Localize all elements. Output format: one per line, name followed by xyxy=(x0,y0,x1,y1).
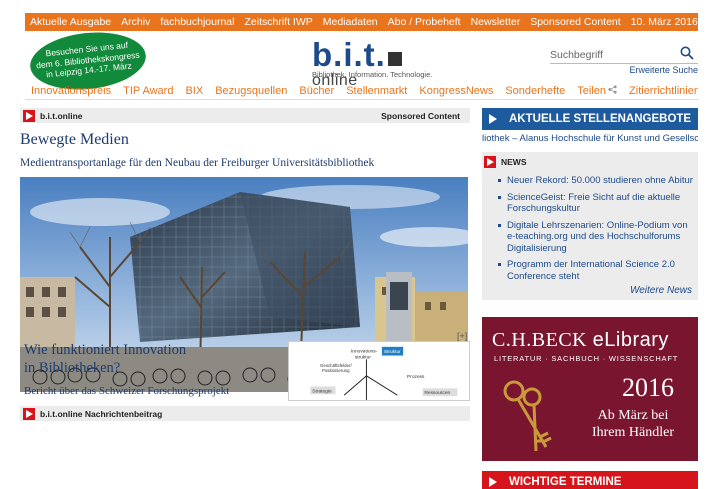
sub-nav-item[interactable]: Innovationspreis xyxy=(25,85,117,97)
article-subtitle[interactable]: Medientransportanlage für den Neubau der… xyxy=(20,157,470,169)
ad-tagline: LITERATUR · SACHBUCH · WISSENSCHAFT xyxy=(494,354,679,363)
ad-availability-line: Ab März bei xyxy=(597,408,669,423)
ad-availability: Ab März bei Ihrem Händler xyxy=(578,407,688,441)
ad-brand-suffix: eLibrary xyxy=(592,329,669,351)
diagram-label-innovation: struktur xyxy=(355,354,371,360)
top-nav-item[interactable]: Mediadaten xyxy=(318,16,383,28)
sub-nav-item[interactable]: KongressNews xyxy=(413,85,499,97)
page: Aktuelle Ausgabe Archiv fachbuchjournal … xyxy=(20,13,698,489)
sub-nav-item[interactable]: Bezugsquellen xyxy=(209,85,293,97)
arrow-right-icon xyxy=(489,114,497,124)
news-item[interactable]: Digitale Lehrszenarien: Online-Podium vo… xyxy=(498,220,694,255)
article-title-line: Wie funktioniert Innovation xyxy=(24,342,187,358)
events-header[interactable]: WICHTIGE TERMINE xyxy=(482,471,698,489)
jobs-header[interactable]: AKTUELLE STELLENANGEBOTE xyxy=(482,108,698,130)
ad-year: 2016 xyxy=(622,373,674,402)
diagram-label-prozess: Prozess xyxy=(407,374,425,380)
top-nav-item[interactable]: Archiv xyxy=(116,16,155,28)
diagram-label-strategie: Strategie xyxy=(312,388,332,394)
section-header: b.i.t.online Sponsored Content xyxy=(20,108,470,123)
diagram-label-innovation: Innovations- xyxy=(351,349,378,355)
search-box xyxy=(550,45,698,64)
top-nav-item[interactable]: Aktuelle Ausgabe xyxy=(25,16,116,28)
diagram-label-struktur: Struktur xyxy=(384,349,401,355)
section-header: b.i.t.online Nachrichtenbeitrag xyxy=(20,406,470,421)
logo-mark: b.i.t. xyxy=(312,36,386,73)
news-header: NEWS xyxy=(484,156,694,168)
logo-tagline: Bibliothek. Information. Technologie. xyxy=(312,70,433,79)
news-box: NEWS Neuer Rekord: 50.000 studieren ohne… xyxy=(482,152,698,300)
sponsored-label: Sponsored Content xyxy=(381,110,460,121)
article-subtitle[interactable]: Bericht über das Schweizer Forschungspro… xyxy=(24,385,229,397)
site-logo[interactable]: b.i.t.online Bibliothek. Information. Te… xyxy=(312,36,442,90)
top-nav-item[interactable]: Newsletter xyxy=(466,16,526,28)
share-icon xyxy=(608,84,617,94)
sub-nav-item[interactable]: BIX xyxy=(179,85,209,97)
top-nav-item[interactable]: fachbuchjournal xyxy=(155,16,239,28)
top-nav: Aktuelle Ausgabe Archiv fachbuchjournal … xyxy=(25,13,698,31)
top-nav-item[interactable]: Sponsored Content xyxy=(525,16,625,28)
play-icon xyxy=(23,109,35,122)
section-label: b.i.t.online Nachrichtenbeitrag xyxy=(40,408,163,419)
sub-nav-item[interactable]: TIP Award xyxy=(117,85,179,97)
news-heading: NEWS xyxy=(501,157,527,167)
news-list: Neuer Rekord: 50.000 studieren ohne Abit… xyxy=(484,175,694,282)
sub-nav-item[interactable]: Zitierrichtlinien xyxy=(623,85,698,97)
innovation-diagram[interactable]: Innovations- struktur Struktur Geschäfts… xyxy=(288,341,470,401)
article-title[interactable]: Wie funktioniert Innovation in Bibliothe… xyxy=(24,341,224,377)
diagram-label-ressourcen: Ressourcen xyxy=(424,390,450,396)
section-label: b.i.t.online xyxy=(40,110,83,121)
play-icon xyxy=(484,156,496,168)
share-menu[interactable]: Teilen xyxy=(571,85,623,97)
ad-brand: C.H.BECK eLibrary xyxy=(492,329,669,352)
ad-brand-name: C.H.BECK xyxy=(492,329,588,351)
news-item[interactable]: Neuer Rekord: 50.000 studieren ohne Abit… xyxy=(498,175,694,187)
article-title[interactable]: Bewegte Medien xyxy=(20,131,470,149)
sub-nav-item[interactable]: Sonderhefte xyxy=(499,85,571,97)
ad-availability-line: Ihrem Händler xyxy=(591,425,675,440)
keys-icon xyxy=(503,380,552,452)
events-heading: WICHTIGE TERMINE xyxy=(509,476,622,488)
sub-nav-item: Teilen xyxy=(577,84,607,97)
top-nav-item[interactable]: Zeitschrift IWP xyxy=(239,16,317,28)
arrow-right-icon xyxy=(489,477,497,487)
diagram-label-positionierung: Positionierung xyxy=(322,368,350,373)
sub-nav: Innovationspreis TIP Award BIX Bezugsque… xyxy=(25,82,698,100)
news-item[interactable]: ScienceGeist: Freie Sicht auf die aktuel… xyxy=(498,192,694,215)
sub-nav-item[interactable]: Stellenmarkt xyxy=(340,85,413,97)
sub-nav-item[interactable]: Bücher xyxy=(293,85,340,97)
play-icon xyxy=(23,407,35,420)
advanced-search-link[interactable]: Erweiterte Suche xyxy=(629,65,698,75)
current-date: 10. März 2016 xyxy=(630,16,698,28)
beck-elibrary-ad[interactable]: C.H.BECK eLibrary LITERATUR · SACHBUCH ·… xyxy=(482,317,698,461)
expand-toggle[interactable]: [+] xyxy=(457,331,467,341)
jobs-heading: AKTUELLE STELLENANGEBOTE xyxy=(509,113,692,125)
top-nav-item[interactable]: Abo / Probeheft xyxy=(383,16,466,28)
news-item[interactable]: Programm der International Science 2.0 C… xyxy=(498,259,694,282)
search-icon[interactable] xyxy=(680,46,694,60)
more-news-link[interactable]: Weitere News xyxy=(484,285,694,296)
logo-square-icon xyxy=(387,52,402,66)
article-title-line: in Bibliotheken? xyxy=(24,360,121,376)
jobs-ticker[interactable]: liothek – Alanus Hochschule für Kunst un… xyxy=(482,133,698,147)
sidebar: AKTUELLE STELLENANGEBOTE liothek – Alanu… xyxy=(482,108,698,489)
search-input[interactable] xyxy=(550,46,670,64)
